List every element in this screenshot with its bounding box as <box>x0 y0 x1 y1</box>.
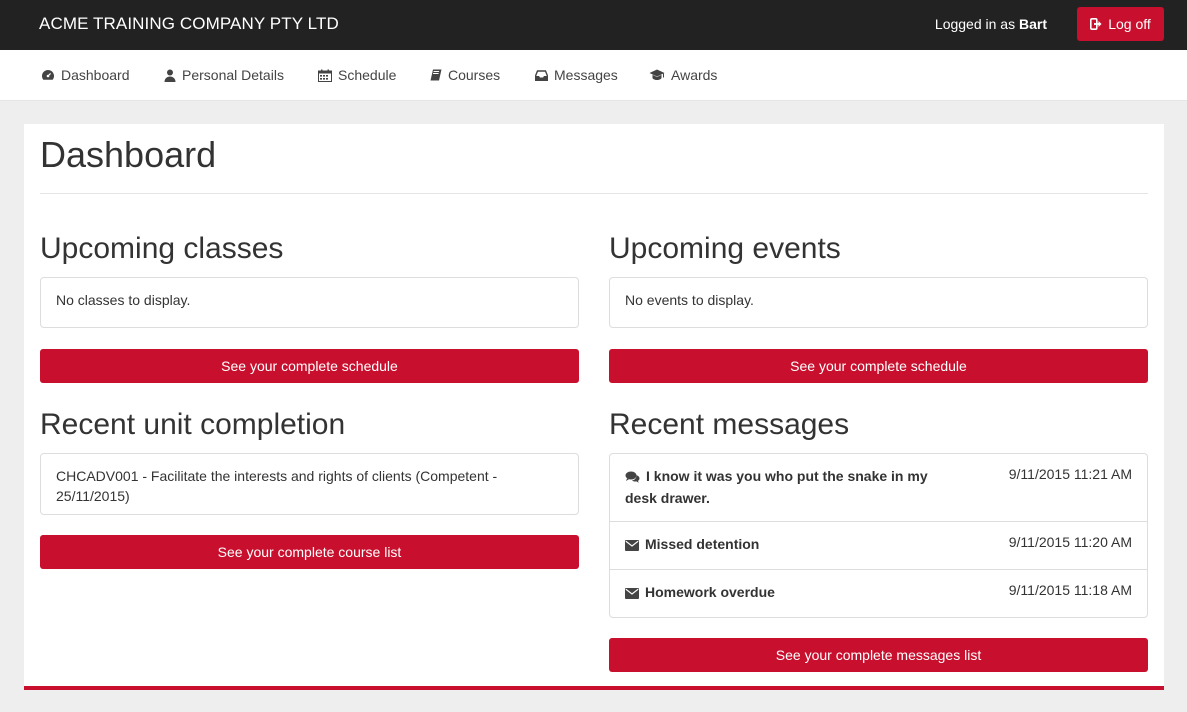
course-list-button[interactable]: See your complete course list <box>40 535 579 569</box>
sign-out-icon <box>1090 18 1103 30</box>
book-icon <box>430 69 442 81</box>
nav-messages-label: Messages <box>554 67 618 83</box>
message-date: 9/11/2015 11:18 AM <box>1008 582 1132 598</box>
envelope-icon <box>625 584 639 604</box>
graduation-cap-icon <box>649 69 665 81</box>
nav-courses-label: Courses <box>448 67 501 83</box>
envelope-icon <box>625 536 639 556</box>
unit-completion-item: CHCADV001 - Facilitate the interests and… <box>56 468 498 504</box>
title-divider <box>40 193 1148 194</box>
message-subject-text: Homework overdue <box>645 584 775 600</box>
upcoming-events-box: No events to display. <box>609 277 1148 328</box>
upcoming-events-heading: Upcoming events <box>609 232 841 265</box>
upcoming-events-empty: No events to display. <box>625 292 754 308</box>
message-row[interactable]: Missed detention 9/11/2015 11:20 AM <box>610 522 1147 570</box>
classes-schedule-button[interactable]: See your complete schedule <box>40 349 579 383</box>
upcoming-classes-heading: Upcoming classes <box>40 232 284 265</box>
nav-schedule-label: Schedule <box>338 67 397 83</box>
message-row[interactable]: I know it was you who put the snake in m… <box>610 454 1147 522</box>
message-subject[interactable]: I know it was you who put the snake in m… <box>625 466 955 508</box>
recent-units-heading: Recent unit completion <box>40 408 346 441</box>
nav-dashboard-label: Dashboard <box>61 67 130 83</box>
recent-messages-heading: Recent messages <box>609 408 850 441</box>
message-date: 9/11/2015 11:21 AM <box>1008 466 1132 482</box>
recent-messages-list: I know it was you who put the snake in m… <box>609 453 1148 618</box>
nav-personal-label: Personal Details <box>182 67 284 83</box>
message-date: 9/11/2015 11:20 AM <box>1008 534 1132 550</box>
main-nav: Dashboard Personal Details Schedule Cour… <box>0 50 1187 101</box>
message-subject-text: I know it was you who put the snake in m… <box>625 468 928 506</box>
message-row[interactable]: Homework overdue 9/11/2015 11:18 AM <box>610 570 1147 618</box>
login-status: Logged in as Bart <box>935 16 1047 32</box>
logoff-button[interactable]: Log off <box>1077 7 1164 41</box>
brand-title[interactable]: ACME TRAINING COMPANY PTY LTD <box>39 14 339 34</box>
nav-awards-label: Awards <box>671 67 718 83</box>
top-navbar: ACME TRAINING COMPANY PTY LTD Logged in … <box>0 0 1187 50</box>
dashboard-panel: Dashboard Upcoming classes No classes to… <box>24 124 1164 690</box>
nav-messages[interactable]: Messages <box>535 67 618 83</box>
message-subject[interactable]: Missed detention <box>625 534 955 556</box>
recent-units-box: CHCADV001 - Facilitate the interests and… <box>40 453 579 515</box>
message-subject-text: Missed detention <box>645 536 760 552</box>
events-schedule-button[interactable]: See your complete schedule <box>609 349 1148 383</box>
username: Bart <box>1018 16 1047 32</box>
nav-dashboard[interactable]: Dashboard <box>41 67 130 83</box>
nav-personal-details[interactable]: Personal Details <box>164 67 284 83</box>
upcoming-classes-empty: No classes to display. <box>56 292 191 308</box>
messages-list-button[interactable]: See your complete messages list <box>609 638 1148 672</box>
inbox-icon <box>535 69 548 81</box>
nav-courses[interactable]: Courses <box>430 67 500 83</box>
calendar-icon <box>318 69 332 82</box>
nav-awards[interactable]: Awards <box>649 67 717 83</box>
user-icon <box>164 69 176 82</box>
message-subject[interactable]: Homework overdue <box>625 582 955 604</box>
page-title: Dashboard <box>40 134 217 175</box>
logoff-label: Log off <box>1108 16 1151 32</box>
login-prefix: Logged in as <box>934 16 1016 32</box>
comments-icon <box>625 468 640 488</box>
nav-schedule[interactable]: Schedule <box>318 67 396 83</box>
dashboard-icon <box>41 69 55 81</box>
upcoming-classes-box: No classes to display. <box>40 277 579 328</box>
